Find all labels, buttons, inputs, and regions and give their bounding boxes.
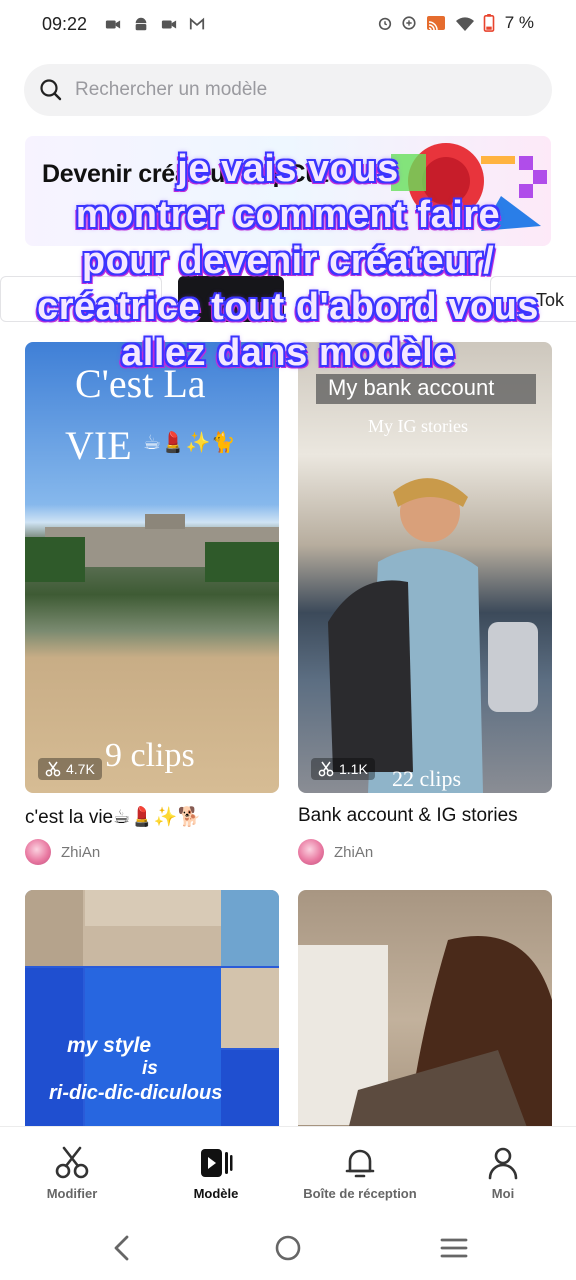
nav-item-inbox[interactable]: Boîte de réception: [290, 1145, 430, 1201]
scissors-icon: [45, 761, 61, 777]
gmail-icon: [189, 17, 205, 30]
wifi-icon: [455, 17, 474, 31]
category-chip-tiktok[interactable]: Tok: [490, 276, 576, 322]
clips-count: 22 clips: [392, 766, 462, 791]
template-card[interactable]: my style is ri-dic-dic-diculous: [25, 890, 279, 1150]
scissors-icon: [318, 761, 334, 777]
thumb-subtitle: My IG stories: [368, 416, 468, 436]
bell-icon: [345, 1149, 375, 1178]
nav-label: Modifier: [46, 1186, 98, 1201]
thumb-emoji: ☕💄✨🐈: [143, 432, 236, 454]
template-card[interactable]: [298, 890, 552, 1150]
template-author[interactable]: ZhiAn: [25, 839, 100, 865]
status-left-icons: [105, 15, 205, 33]
template-card[interactable]: C'est La VIE ☕💄✨🐈 4.7K 9 clips c'est la …: [25, 342, 279, 865]
status-bar: 09:22 7 %: [0, 0, 576, 50]
category-chip-active[interactable]: [178, 276, 284, 322]
template-thumbnail: [298, 890, 552, 1150]
usage-count: 1.1K: [339, 761, 368, 777]
template-thumbnail: my style is ri-dic-dic-diculous: [25, 890, 279, 1150]
template-thumbnail: C'est La VIE ☕💄✨🐈 4.7K 9 clips: [25, 342, 279, 793]
avatar: [25, 839, 51, 865]
usage-count: 4.7K: [66, 761, 95, 777]
chip-label: Tok: [536, 290, 565, 310]
creator-banner[interactable]: Devenir créateur CapCut: [25, 136, 551, 246]
bottom-navigation: Modifier Modèle Boîte de réception Moi: [0, 1126, 576, 1214]
thumb-text: is: [142, 1058, 158, 1079]
template-title: c'est la vie☕💄✨🐕: [25, 807, 202, 828]
template-title: Bank account & IG stories: [298, 805, 518, 826]
banner-illustration: [391, 143, 547, 231]
status-time: 09:22: [42, 14, 88, 34]
data-saver-icon: [402, 16, 416, 30]
nav-label: Modèle: [193, 1186, 239, 1201]
collage-tiles: [25, 890, 279, 1130]
home-icon[interactable]: [272, 1232, 304, 1264]
banner-title: Devenir créateur CapCut: [42, 160, 329, 188]
nav-item-modele[interactable]: Modèle: [146, 1145, 286, 1201]
usage-badge: 1.1K: [311, 758, 375, 780]
status-right-icons: 7 %: [377, 13, 534, 33]
search-placeholder: Rechercher un modèle: [75, 79, 268, 100]
battery-low-icon: [483, 14, 495, 32]
thumb-title: C'est La: [75, 361, 206, 406]
author-name: ZhiAn: [61, 843, 101, 861]
template-author[interactable]: ZhiAn: [298, 839, 373, 865]
search-input[interactable]: Rechercher un modèle: [24, 64, 552, 116]
template-icon: [201, 1149, 233, 1177]
nav-label: Moi: [491, 1186, 515, 1201]
template-card[interactable]: My bank account My IG stories 1.1K 22 cl…: [298, 342, 552, 865]
nav-label: Boîte de réception: [303, 1186, 417, 1201]
category-chip[interactable]: [0, 276, 162, 322]
person-silhouette: [328, 478, 538, 793]
nav-item-moi[interactable]: Moi: [433, 1145, 573, 1201]
battery-percentage: 7 %: [504, 13, 534, 32]
building-silhouette: [25, 514, 279, 582]
thumb-title: VIE: [65, 423, 132, 468]
search-icon: [40, 79, 62, 101]
cast-icon: [426, 16, 445, 31]
thumb-text: my style: [67, 1034, 152, 1057]
clips-count: 9 clips: [105, 737, 195, 774]
video-camera-icon: [105, 20, 121, 29]
alarm-icon: [378, 17, 391, 31]
author-name: ZhiAn: [334, 843, 374, 861]
back-icon[interactable]: [107, 1232, 139, 1264]
android-icon: [135, 17, 147, 31]
recents-icon[interactable]: [438, 1232, 470, 1264]
nav-item-modifier[interactable]: Modifier: [2, 1145, 142, 1201]
template-thumbnail: My bank account My IG stories 1.1K 22 cl…: [298, 342, 552, 793]
video-camera-icon: [161, 20, 177, 29]
system-navigation: [0, 1214, 576, 1280]
avatar: [298, 839, 324, 865]
usage-badge: 4.7K: [38, 758, 102, 780]
person-icon: [488, 1147, 518, 1180]
photo-scene: [298, 936, 552, 1130]
thumb-banner: My bank account: [328, 375, 495, 400]
thumb-text: ri-dic-dic-diculous: [49, 1082, 223, 1104]
scissors-icon: [55, 1146, 89, 1179]
